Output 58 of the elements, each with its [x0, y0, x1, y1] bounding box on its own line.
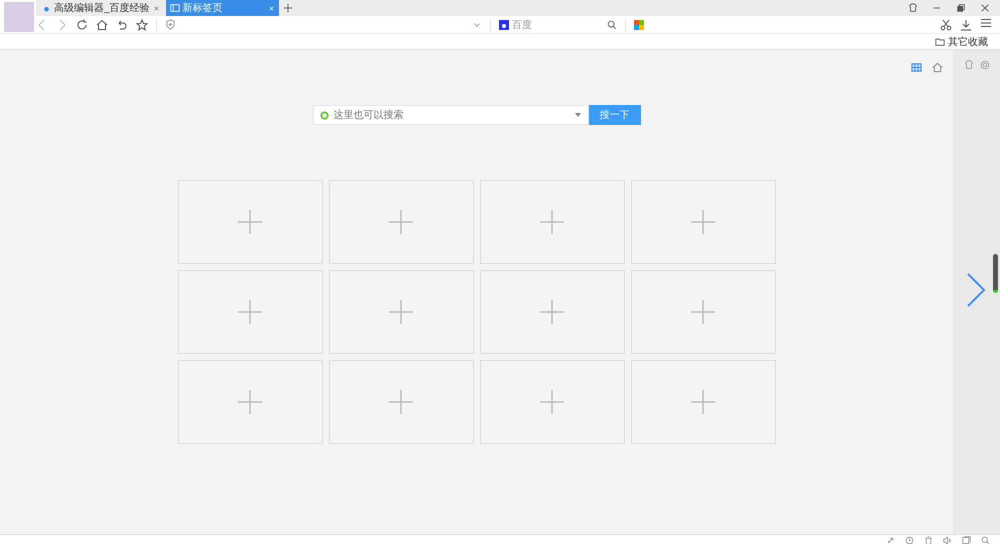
search-icon[interactable]: [607, 20, 617, 30]
plus-icon: [238, 390, 262, 414]
add-shortcut-tile[interactable]: [630, 360, 776, 444]
plus-icon: [691, 300, 715, 324]
browser-tab[interactable]: 新标签页: [166, 0, 279, 16]
page-icon[interactable]: [170, 3, 180, 13]
plus-icon: [540, 210, 564, 234]
menu-icon[interactable]: [980, 16, 992, 28]
home-icon[interactable]: [96, 18, 108, 30]
scrollbar-thumb[interactable]: [993, 254, 998, 293]
folder-icon[interactable]: [935, 36, 945, 46]
bookmark-folder[interactable]: 其它收藏: [948, 34, 988, 48]
scissors-icon[interactable]: [940, 18, 952, 30]
star-icon[interactable]: [136, 18, 148, 30]
close-icon[interactable]: [980, 3, 990, 13]
add-shortcut-tile[interactable]: [630, 180, 776, 264]
plus-icon: [691, 390, 715, 414]
new-tab-icon[interactable]: [282, 3, 293, 13]
add-shortcut-tile[interactable]: [328, 180, 474, 264]
browser-tab[interactable]: 高级编辑器_百度经验: [38, 0, 164, 16]
plus-icon: [389, 210, 413, 234]
search-field[interactable]: 这里也可以搜索: [312, 105, 588, 125]
trash-icon[interactable]: [924, 536, 933, 544]
add-shortcut-tile[interactable]: [328, 360, 474, 444]
settings-icon[interactable]: [980, 60, 990, 70]
grid-icon[interactable]: [910, 62, 922, 73]
undo-icon[interactable]: [116, 18, 128, 30]
search-button[interactable]: 搜一下: [588, 105, 640, 125]
add-shortcut-tile[interactable]: [630, 270, 776, 354]
plus-icon: [389, 300, 413, 324]
shirt-icon[interactable]: [908, 3, 918, 13]
ring-icon: [320, 111, 328, 120]
plus-icon: [238, 300, 262, 324]
plus-icon: [540, 300, 564, 324]
add-shortcut-tile[interactable]: [480, 180, 624, 264]
add-shortcut-tile[interactable]: [480, 360, 624, 444]
restore-icon[interactable]: [956, 3, 966, 13]
add-shortcut-tile[interactable]: [328, 270, 474, 354]
home-icon[interactable]: [932, 62, 943, 73]
plus-icon: [691, 210, 715, 234]
close-tab-icon[interactable]: [152, 4, 160, 12]
search-engine-field[interactable]: 百度: [512, 18, 532, 32]
clock-icon[interactable]: [905, 536, 914, 544]
window-icon[interactable]: [962, 536, 971, 544]
plus-icon: [238, 210, 262, 234]
download-icon[interactable]: [960, 18, 972, 30]
add-shortcut-tile[interactable]: [178, 270, 322, 354]
add-shortcut-tile[interactable]: [178, 180, 322, 264]
speaker-icon[interactable]: [943, 536, 952, 544]
zoom-icon[interactable]: [981, 536, 990, 544]
caret-icon[interactable]: [574, 113, 580, 117]
plus-icon: [389, 390, 413, 414]
plus-icon: [540, 390, 564, 414]
add-shortcut-tile[interactable]: [178, 360, 322, 444]
apps-icon[interactable]: [634, 20, 644, 30]
add-shortcut-tile[interactable]: [480, 270, 624, 354]
reload-icon[interactable]: [76, 18, 88, 30]
shield-icon[interactable]: [165, 19, 176, 30]
